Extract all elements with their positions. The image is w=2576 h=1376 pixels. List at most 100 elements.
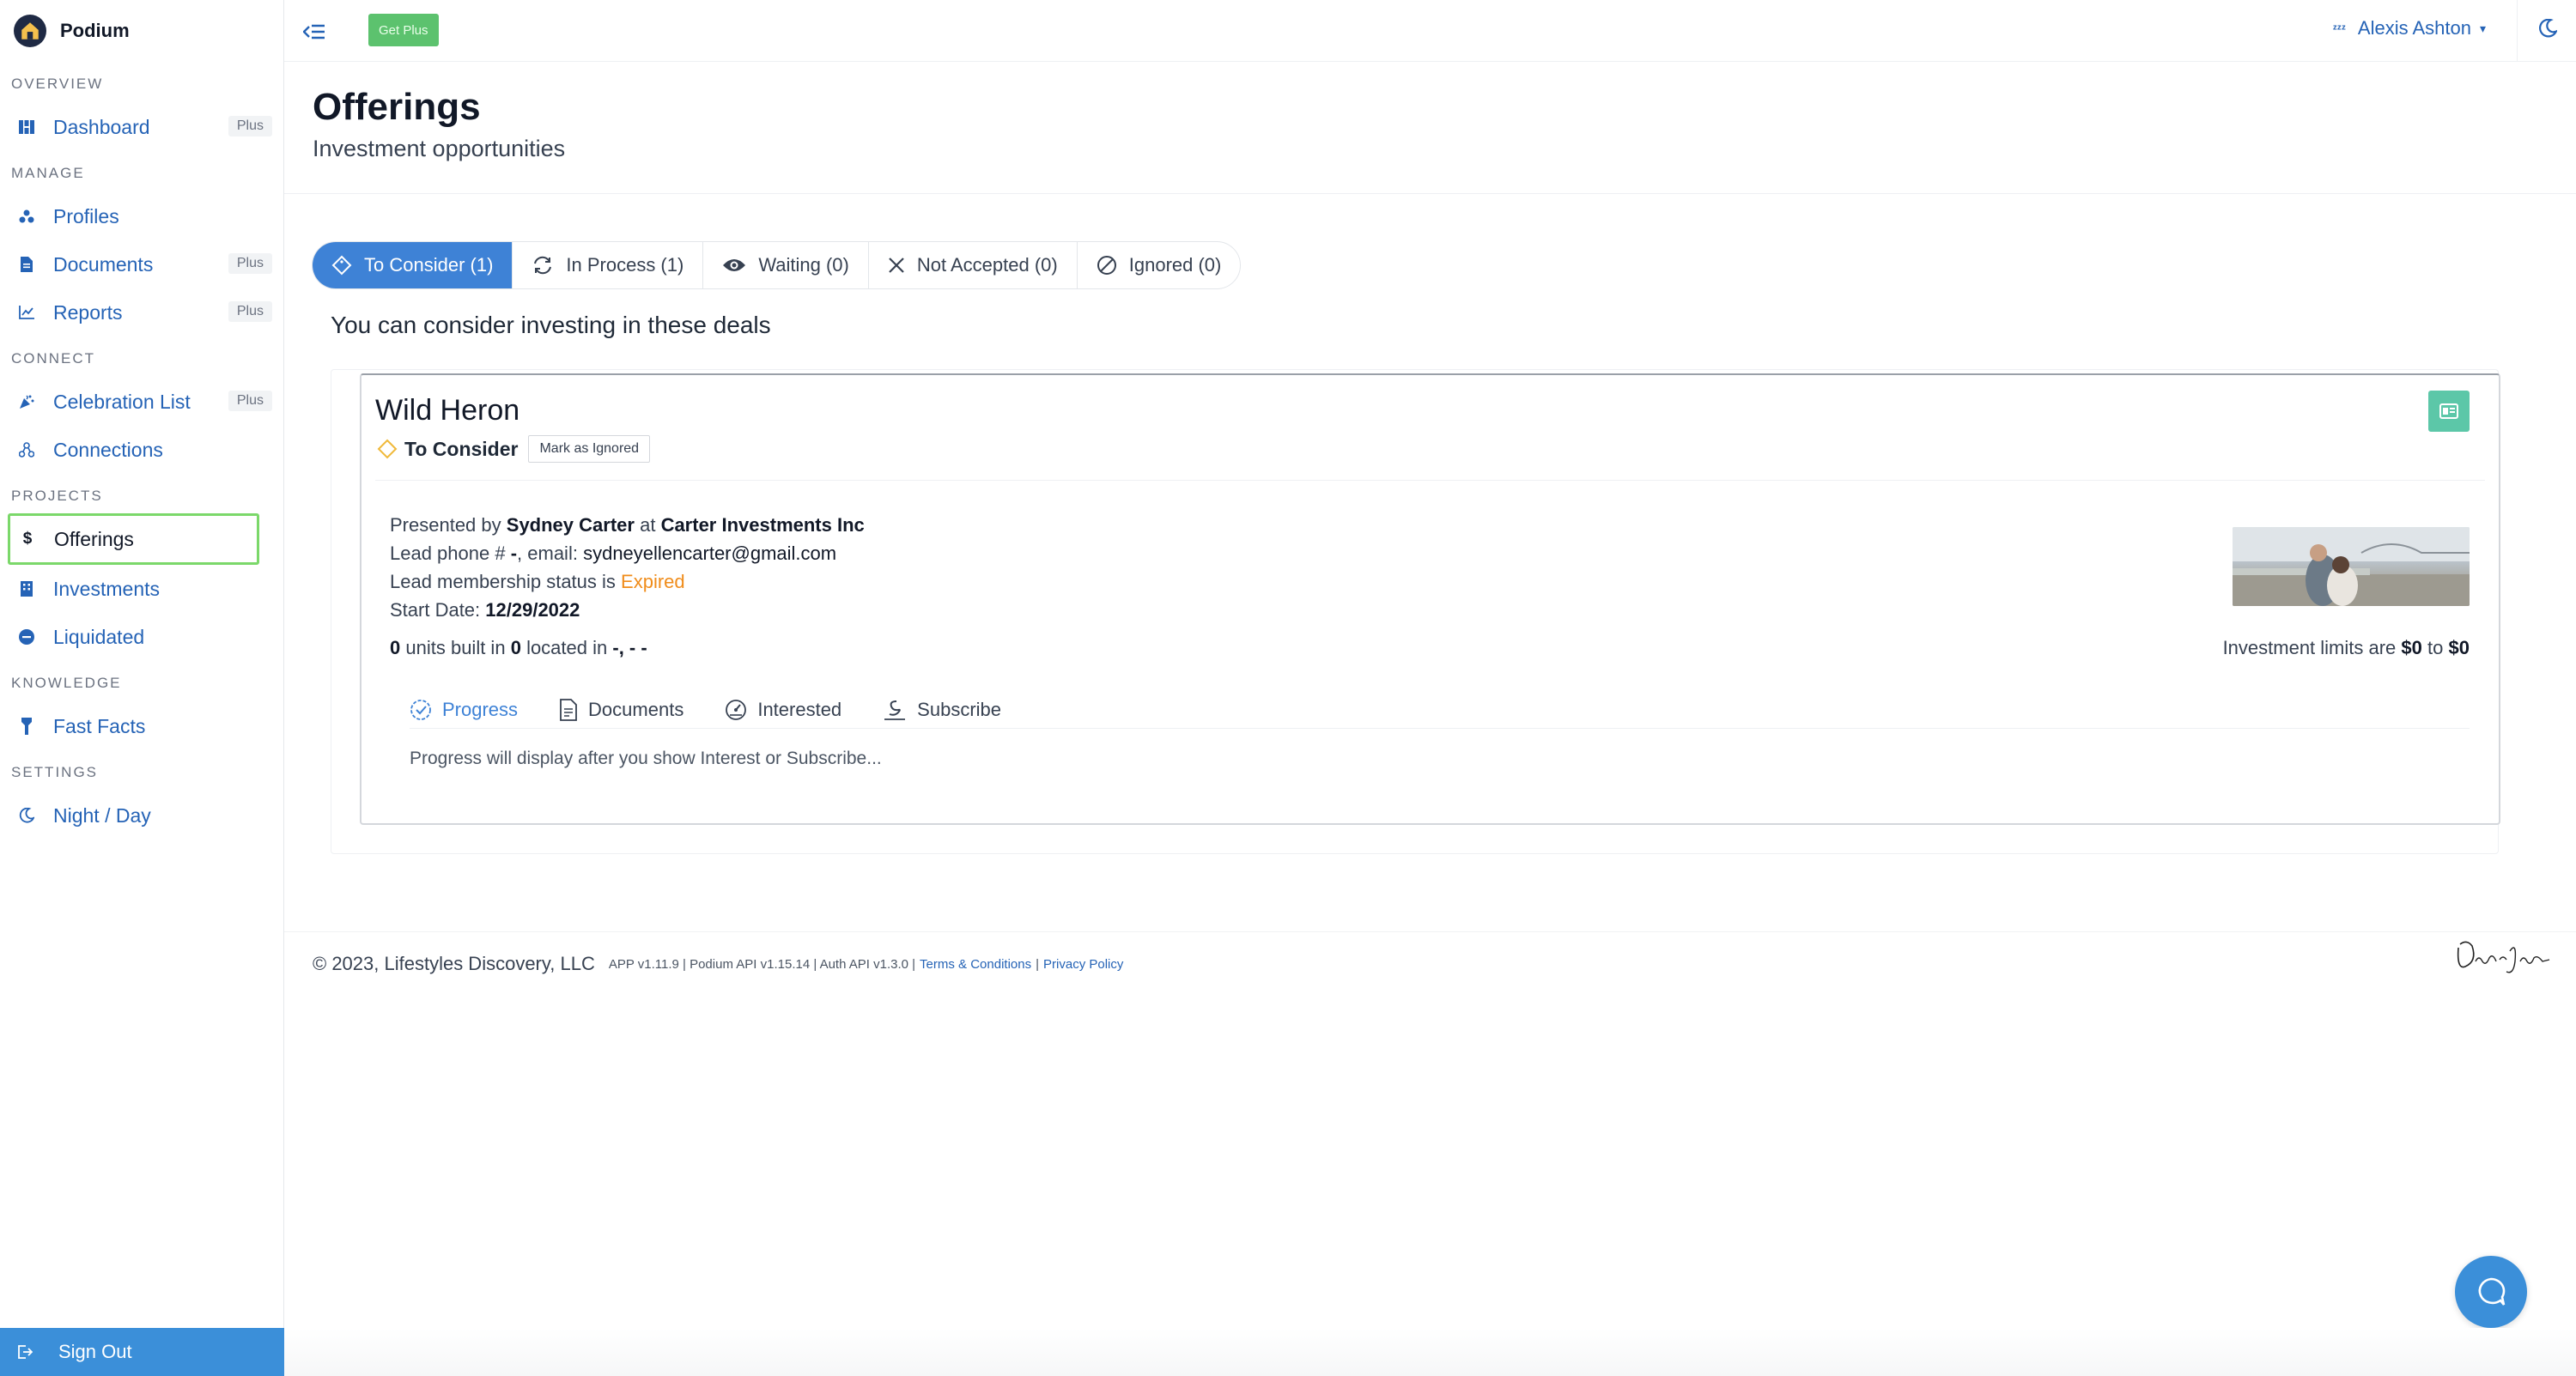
deal-subtabs: Progress Documents Interested Subscribe [410,688,1042,731]
start-date-line: Start Date: 12/29/2022 [390,596,865,624]
phone-prefix: Lead phone # [390,543,506,564]
section-title-connect: CONNECT [11,350,96,367]
sidebar-item-night-day[interactable]: Night / Day [0,791,283,840]
sidebar-item-offerings[interactable]: $ Offerings [8,513,259,565]
sidebar: Podium OVERVIEW Dashboard Plus MANAGE Pr… [0,0,284,1376]
presenter-line: Presented by Sydney Carter at Carter Inv… [390,511,865,539]
lead-email[interactable]: sydneyellencarter@gmail.com [583,543,836,564]
subtab-progress[interactable]: Progress [410,688,518,731]
get-plus-button[interactable]: Get Plus [368,14,439,46]
membership-status: Expired [621,571,685,592]
subtab-label: Progress [442,699,519,720]
terms-link[interactable]: Terms & Conditions [920,957,1031,972]
signature-logo [2453,936,2552,979]
sidebar-item-label: Investments [53,577,160,600]
section-title-projects: PROJECTS [11,488,103,504]
mark-as-ignored-button[interactable]: Mark as Ignored [528,435,651,463]
start-date-prefix: Start Date: [390,599,481,621]
subtab-interested[interactable]: Interested [725,688,841,731]
eye-icon [722,257,746,274]
presenter-name: Sydney Carter [506,514,635,536]
footer-divider [284,931,2576,932]
tab-in-process[interactable]: In Process (1) [513,242,704,288]
subtab-subscribe[interactable]: Subscribe [883,688,1001,731]
tab-label: In Process (1) [566,254,684,276]
sidebar-item-connections[interactable]: Connections [0,426,283,474]
page-header: Offerings Investment opportunities [313,86,565,162]
tab-label: To Consider (1) [364,254,494,276]
sign-out-label: Sign Out [58,1341,132,1362]
units-count: 0 [390,637,401,658]
sidebar-item-reports[interactable]: Reports Plus [0,288,283,336]
subtab-documents[interactable]: Documents [559,688,683,731]
email-prefix: , email: [517,543,578,564]
sidebar-item-label: Connections [53,438,163,461]
sidebar-item-label: Profiles [53,204,119,227]
tab-label: Waiting (0) [758,254,849,276]
contact-line: Lead phone # -, email: sydneyellencarter… [390,539,865,567]
zzz-icon: ᶻᶻᶻ [2332,21,2346,35]
sidebar-item-documents[interactable]: Documents Plus [0,240,283,288]
progress-message: Progress will display after you show Int… [410,749,882,768]
limit-max: $0 [2448,637,2470,658]
privacy-link[interactable]: Privacy Policy [1043,957,1123,972]
sidebar-item-label: Reports [53,300,123,324]
brand[interactable]: Podium [0,0,283,62]
tag-icon [331,255,352,276]
copyright: © 2023, Lifestyles Discovery, LLC [313,953,595,974]
theme-toggle-moon-icon[interactable] [2538,19,2557,38]
tab-to-consider[interactable]: To Consider (1) [313,242,513,288]
brand-name: Podium [60,20,130,41]
chat-button[interactable] [2455,1256,2527,1328]
sidebar-item-dashboard[interactable]: Dashboard Plus [0,103,283,151]
sidebar-item-liquidated[interactable]: Liquidated [0,613,283,661]
tag-icon [377,439,398,459]
sidebar-item-label: Documents [53,252,154,276]
presented-prefix: Presented by [390,514,501,536]
limits-to: to [2427,637,2444,658]
user-menu[interactable]: ᶻᶻᶻ Alexis Ashton ▾ [2333,17,2486,39]
plus-badge: Plus [228,391,272,411]
tab-ignored[interactable]: Ignored (0) [1078,242,1241,288]
profiles-icon [17,207,36,226]
dashboard-icon [17,118,36,136]
podium-logo-icon [14,15,46,47]
footer-separator: | [1036,956,1040,972]
subtab-label: Documents [588,699,684,720]
sidebar-item-fast-facts[interactable]: Fast Facts [0,702,283,750]
x-icon [888,257,905,274]
chevron-down-icon: ▾ [2479,21,2486,35]
sidebar-item-label: Celebration List [53,390,191,413]
investment-limits: Investment limits are $0 to $0 [2223,637,2470,659]
sidebar-item-label: Dashboard [53,115,150,138]
details-button[interactable] [2428,391,2470,432]
sidebar-item-profiles[interactable]: Profiles [0,192,283,240]
deal-card: Wild Heron To Consider Mark as Ignored P… [360,373,2500,825]
deal-location: -, - - [612,637,647,658]
sidebar-item-celebration-list[interactable]: Celebration List Plus [0,378,283,426]
sign-out-button[interactable]: Sign Out [0,1328,284,1376]
sidebar-item-investments[interactable]: Investments [0,565,283,613]
chat-bubble-icon [2478,1277,2506,1306]
limit-min: $0 [2401,637,2422,658]
membership-line: Lead membership status is Expired [390,567,865,596]
plus-badge: Plus [228,253,272,274]
party-icon [17,392,36,411]
section-title-settings: SETTINGS [11,764,99,780]
section-title-knowledge: KNOWLEDGE [11,675,122,691]
page-title: Offerings [313,86,481,128]
deals-heading: You can consider investing in these deal… [331,312,771,338]
check-circle-icon [410,699,432,721]
lead-phone: - [510,543,518,564]
tab-waiting[interactable]: Waiting (0) [703,242,869,288]
collapse-sidebar-button[interactable] [301,19,327,45]
units-line: 0 units built in 0 located in -, - - [390,637,647,659]
header-divider [284,193,2576,194]
top-bar: Get Plus ᶻᶻᶻ Alexis Ashton ▾ [284,0,2576,62]
subtab-label: Interested [757,699,842,720]
offering-status-tabs: To Consider (1) In Process (1) Waiting (… [312,241,1242,289]
refresh-icon [532,255,554,276]
document-icon [17,255,36,274]
sidebar-item-label: Night / Day [53,803,151,827]
tab-not-accepted[interactable]: Not Accepted (0) [869,242,1078,288]
